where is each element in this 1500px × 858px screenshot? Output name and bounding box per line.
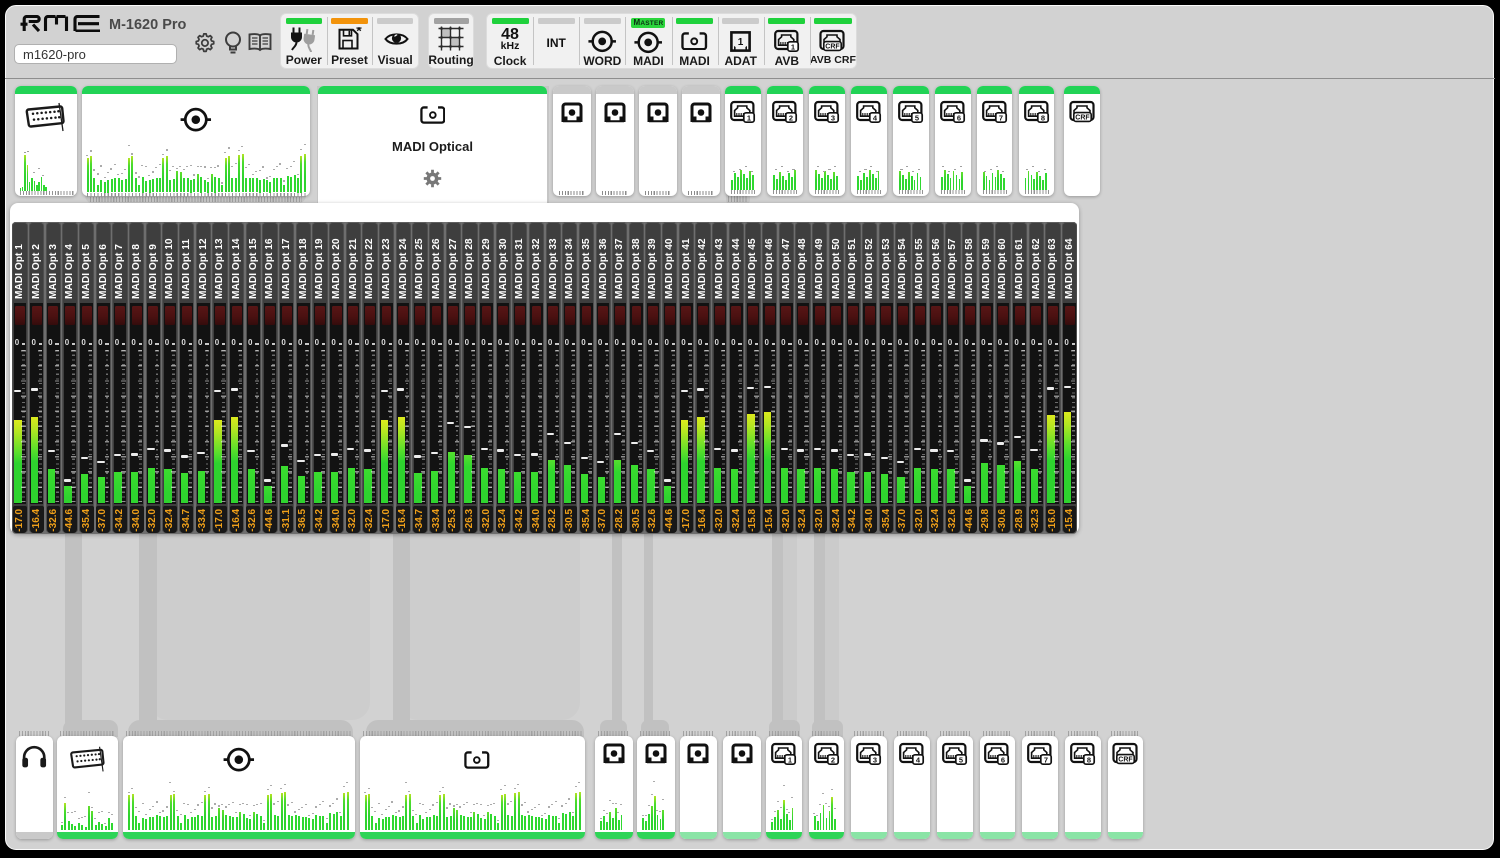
svg-text:1: 1 [788, 755, 792, 764]
svg-text:6: 6 [957, 113, 961, 122]
svg-text:CRF: CRF [1075, 114, 1090, 121]
svg-text:3: 3 [831, 113, 835, 122]
svg-text:2: 2 [831, 755, 835, 764]
svg-text:1: 1 [791, 42, 795, 51]
svg-text:CRF: CRF [1118, 756, 1133, 763]
svg-text:3: 3 [873, 755, 877, 764]
svg-text:5: 5 [959, 755, 963, 764]
svg-text:7: 7 [1044, 755, 1048, 764]
svg-text:CRF: CRF [826, 44, 841, 51]
svg-text:8: 8 [1040, 113, 1044, 122]
svg-text:7: 7 [999, 113, 1003, 122]
svg-text:2: 2 [789, 113, 793, 122]
svg-text:5: 5 [915, 113, 919, 122]
svg-text:6: 6 [1001, 755, 1005, 764]
svg-text:1: 1 [747, 113, 751, 122]
svg-text:*: * [356, 27, 362, 39]
svg-text:8: 8 [1087, 755, 1091, 764]
svg-text:1: 1 [738, 37, 744, 48]
